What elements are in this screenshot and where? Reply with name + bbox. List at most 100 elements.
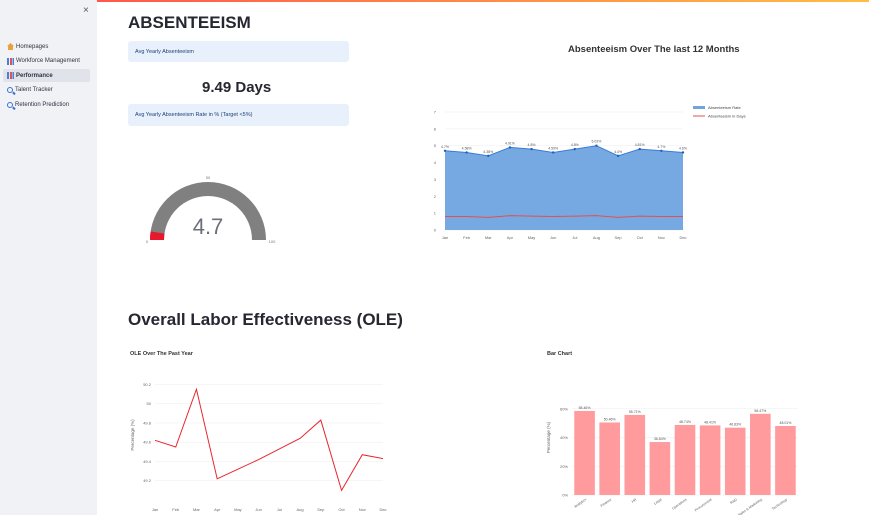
gauge-max-label: 100 [269, 239, 276, 244]
x-tick-label: May [234, 507, 242, 512]
data-point [660, 149, 663, 152]
x-tick-label: Jul [572, 235, 577, 240]
y-tick-label: 20% [560, 464, 568, 469]
gauge-mid-label: 50 [206, 175, 211, 180]
data-label: 4.58% [462, 146, 472, 150]
bar-data-label: 46.83% [729, 423, 741, 427]
ole-line-chart: 49.2 49.4 49.6 49.8 50 50.2 Jan Feb Mar Apr May Jun… [130, 382, 387, 512]
data-label: 4.8% [571, 143, 579, 147]
bar-data-label: 48.41% [704, 420, 716, 424]
y-tick-label: 49.6 [143, 440, 152, 445]
y-tick-label: 0% [562, 493, 568, 498]
y-axis-label: Percentage (%) [546, 421, 551, 453]
metric-avg-absenteeism-days: 9.49 Days [202, 79, 272, 96]
y-tick-label: 0 [434, 228, 437, 233]
absenteeism-gauge: 4.7 50 0 100 [146, 175, 276, 244]
x-tick-label: Jan [442, 235, 448, 240]
search-icon [7, 101, 13, 108]
bar [724, 427, 746, 495]
x-tick-label: Aug [593, 235, 600, 240]
bar [674, 424, 696, 495]
absenteeism-area-chart: 0 1 2 3 4 5 6 7 4.7% 4.58% 4.38% 4.91% 4.8% 4.59% 4.8%… [434, 105, 746, 240]
data-label: 4.81% [635, 143, 645, 147]
ole-chart-title: OLE Over The Past Year [130, 351, 193, 357]
sidebar-item-homepages[interactable]: Homepages [3, 40, 90, 53]
data-label: 4.4% [614, 150, 622, 154]
bar [699, 425, 721, 495]
bar-data-label: 48.74% [679, 420, 691, 424]
x-tick-label: Feb [172, 507, 180, 512]
legend-swatch-absenteeism-rate [693, 106, 705, 109]
legend-label: Absenteeism Rate [708, 105, 741, 110]
y-tick-label: 49.2 [143, 478, 152, 483]
bar [624, 414, 646, 495]
sidebar-item-label: Retention Prediction [15, 101, 70, 108]
data-label: 4.6% [679, 146, 687, 150]
x-tick-label: Jul [277, 507, 282, 512]
department-bar-chart: 0% 20% 40% 60% 58.46% Analytics 50.46% Finance 5… [546, 406, 798, 515]
x-tick-label: Dec [379, 507, 386, 512]
data-label: 4.59% [548, 146, 558, 150]
x-tick-label: Aug [297, 507, 304, 512]
data-label: 4.8% [528, 143, 536, 147]
bar [574, 410, 595, 495]
x-tick-label: Operations [671, 497, 688, 510]
y-tick-label: 4 [434, 160, 437, 165]
bar-data-label: 58.46% [579, 406, 591, 410]
x-tick-label: Procurement [694, 498, 713, 513]
x-tick-label: Jan [152, 507, 158, 512]
y-tick-label: 2 [434, 194, 437, 199]
bar [599, 422, 620, 495]
info-box-absenteeism-rate: Avg Yearly Absenteeism Rate in % (Target… [128, 104, 349, 126]
data-point [595, 144, 598, 147]
ole-section-title: Overall Labor Effectiveness (OLE) [128, 310, 403, 329]
data-label: 4.7% [657, 145, 665, 149]
x-tick-label: Nov [658, 235, 665, 240]
sidebar-item-workforce-management[interactable]: Workforce Management [3, 55, 90, 68]
x-tick-label: Oct [637, 235, 644, 240]
sidebar-item-label: Workforce Management [16, 58, 80, 64]
x-tick-label: Feb [463, 235, 471, 240]
x-tick-label: Mar [193, 507, 201, 512]
data-point [443, 149, 447, 152]
x-tick-label: Nov [359, 507, 366, 512]
bar [775, 425, 796, 495]
x-tick-label: Sep [317, 507, 325, 512]
bar-chart-title: Bar Chart [547, 351, 573, 357]
bar-data-label: 56.47% [754, 409, 766, 413]
sidebar-item-label: Homepages [16, 43, 49, 50]
bar [750, 413, 771, 495]
x-tick-label: Sep [615, 235, 623, 240]
home-icon [7, 43, 14, 50]
sidebar-item-performance[interactable]: Performance [3, 69, 90, 82]
data-point [638, 147, 641, 151]
data-point [530, 147, 533, 151]
x-tick-label: Apr [507, 235, 514, 240]
data-point [681, 151, 685, 154]
y-tick-label: 49.8 [143, 420, 152, 425]
y-tick-label: 50 [147, 401, 152, 406]
bar-data-label: 36.84% [654, 437, 666, 441]
bar-data-label: 48.01% [780, 421, 792, 425]
x-tick-label: Legal [653, 497, 662, 505]
data-point [551, 151, 555, 154]
page-title: ABSENTEEISM [128, 13, 251, 32]
info-box-avg-absenteeism: Avg Yearly Absenteeism [128, 41, 349, 62]
data-label: 4.7% [441, 145, 449, 149]
x-tick-label: R&D [729, 497, 738, 505]
data-point [487, 154, 490, 158]
y-tick-label: 60% [560, 406, 568, 411]
sidebar-item-talent-tracker[interactable]: Talent Tracker [3, 84, 90, 97]
x-tick-label: Mar [485, 235, 493, 240]
data-point [616, 154, 620, 158]
y-axis-label: Percentage (%) [130, 419, 135, 451]
bar-data-label: 50.46% [604, 417, 616, 421]
y-tick-label: 1 [434, 211, 437, 216]
sidebar-item-retention-prediction[interactable]: Retention Prediction [3, 98, 90, 111]
x-tick-label: Finance [600, 498, 613, 508]
search-icon [7, 87, 13, 93]
sidebar-item-label: Performance [16, 72, 53, 79]
series-line-ole [154, 387, 384, 492]
legend-label: Absenteeism in Days [708, 114, 746, 119]
close-icon[interactable]: × [83, 5, 89, 16]
